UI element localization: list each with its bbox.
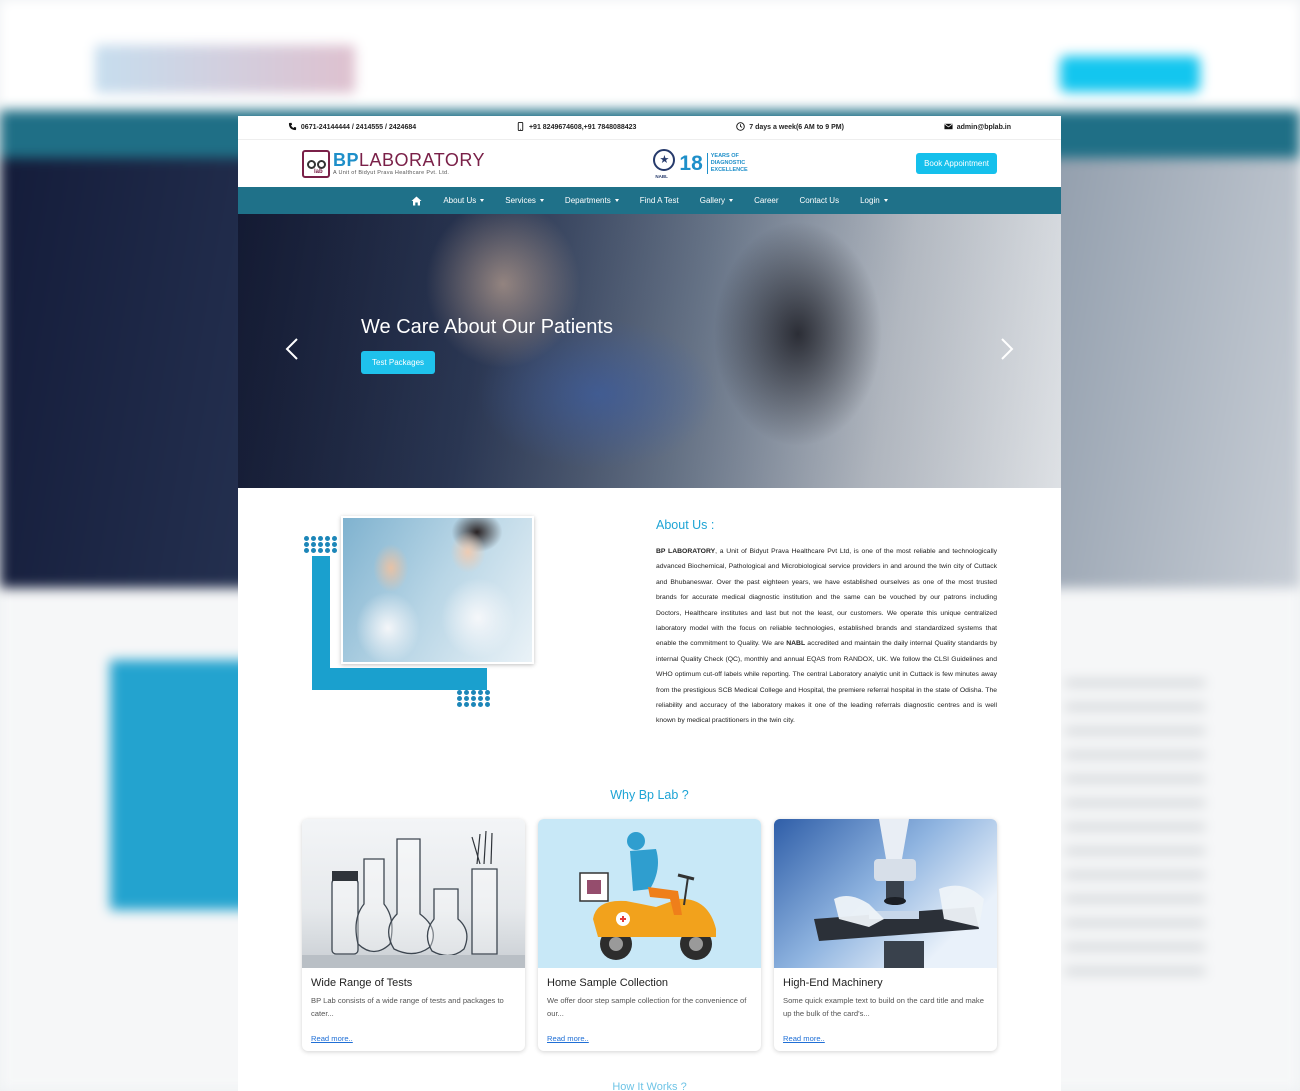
backdrop-logo xyxy=(95,45,355,93)
feature-card: High-End Machinery Some quick example te… xyxy=(774,819,997,1051)
carousel-next-arrow-icon[interactable] xyxy=(1000,337,1014,361)
hours-info: 7 days a week(6 AM to 9 PM) xyxy=(736,122,844,133)
phone-text: 0671-24144444 / 2414555 / 2424684 xyxy=(300,124,417,131)
hero-carousel: We Care About Our Patients Test Packages xyxy=(238,214,1061,488)
main-nav: About Us Services Departments Find A Tes… xyxy=(238,187,1061,214)
nav-career[interactable]: Career xyxy=(744,196,789,205)
card-title: Wide Range of Tests xyxy=(311,977,413,989)
read-more-link[interactable]: Read more.. xyxy=(311,1034,353,1043)
email-text: admin@bplab.in xyxy=(956,124,1012,131)
home-icon[interactable] xyxy=(401,196,433,206)
years-number: 18 xyxy=(679,151,703,175)
logo-wordmark: BPLABORATORY xyxy=(333,150,486,170)
bp-laboratory-logo[interactable]: lab BPLABORATORY A Unit of Bidyut Prava … xyxy=(302,149,486,178)
about-paragraph: BP LABORATORY, a Unit of Bidyut Prava He… xyxy=(656,548,998,725)
logo-mark-icon: lab xyxy=(302,149,330,178)
envelope-icon xyxy=(944,122,953,133)
how-it-works-heading: How It Works ? xyxy=(612,1081,687,1091)
nav-services[interactable]: Services xyxy=(495,196,555,205)
logo-subtitle: A Unit of Bidyut Prava Healthcare Pvt. L… xyxy=(333,170,450,176)
nav-departments[interactable]: Departments xyxy=(554,196,629,205)
carousel-prev-arrow-icon[interactable] xyxy=(285,337,299,361)
mobile-contact[interactable]: +91 8249674608,+91 7848088423 xyxy=(516,122,636,133)
nabl-seal-icon: ★ NABL xyxy=(653,148,676,179)
feature-cards: Wide Range of Tests BP Lab consists of a… xyxy=(302,819,997,1051)
years-caption: YEARS OF DIAGNOSTIC EXCELLENCE xyxy=(706,153,748,174)
backdrop-button xyxy=(1060,56,1200,92)
caret-down-icon xyxy=(729,199,734,202)
card-text: Some quick example text to build on the … xyxy=(783,996,984,1018)
backdrop-text-lines xyxy=(1065,680,1205,980)
about-text: About Us : BP LABORATORY, a Unit of Bidy… xyxy=(656,518,997,729)
home-collection-scooter-image xyxy=(538,819,761,968)
card-text: We offer door step sample collection for… xyxy=(547,996,747,1018)
card-title: Home Sample Collection xyxy=(547,977,669,989)
hero-title: We Care About Our Patients xyxy=(361,316,613,338)
caret-down-icon xyxy=(539,199,544,202)
nav-gallery[interactable]: Gallery xyxy=(689,196,743,205)
why-bp-lab-heading: Why Bp Lab ? xyxy=(610,788,689,802)
mobile-text: +91 8249674608,+91 7848088423 xyxy=(528,124,637,131)
site-header: lab BPLABORATORY A Unit of Bidyut Prava … xyxy=(238,140,1061,187)
card-title: High-End Machinery xyxy=(783,977,883,989)
nav-login[interactable]: Login xyxy=(850,196,899,205)
about-heading: About Us : xyxy=(656,518,715,532)
clock-icon xyxy=(736,122,745,133)
phone-contact[interactable]: 0671-24144444 / 2414555 / 2424684 xyxy=(288,122,416,133)
read-more-link[interactable]: Read more.. xyxy=(783,1034,825,1043)
microscope-image xyxy=(774,819,997,968)
nav-find-a-test[interactable]: Find A Test xyxy=(629,196,689,205)
hours-text: 7 days a week(6 AM to 9 PM) xyxy=(749,124,844,131)
website: 0671-24144444 / 2414555 / 2424684 +91 82… xyxy=(238,116,1061,1091)
dot-pattern xyxy=(457,690,491,707)
read-more-link[interactable]: Read more.. xyxy=(547,1034,589,1043)
about-illustration xyxy=(304,516,534,716)
test-packages-button[interactable]: Test Packages xyxy=(361,351,436,374)
feature-card: Wide Range of Tests BP Lab consists of a… xyxy=(302,819,525,1051)
phone-icon xyxy=(288,122,297,133)
dot-pattern xyxy=(304,536,338,553)
glassware-image xyxy=(302,819,525,968)
card-text: BP Lab consists of a wide range of tests… xyxy=(311,996,504,1018)
email-contact[interactable]: admin@bplab.in xyxy=(944,122,1011,133)
logo-mark-text: lab xyxy=(314,168,323,175)
book-appointment-button[interactable]: Book Appointment xyxy=(916,153,997,174)
mobile-icon xyxy=(516,122,525,133)
about-section: About Us : BP LABORATORY, a Unit of Bidy… xyxy=(238,488,1061,776)
nav-about-us[interactable]: About Us xyxy=(433,196,495,205)
nabl-badge: ★ NABL 18 YEARS OF DIAGNOSTIC EXCELLENCE xyxy=(653,148,748,179)
caret-down-icon xyxy=(614,199,619,202)
nav-contact-us[interactable]: Contact Us xyxy=(789,196,850,205)
caret-down-icon xyxy=(480,199,485,202)
contact-bar: 0671-24144444 / 2414555 / 2424684 +91 82… xyxy=(238,116,1061,140)
lab-scientists-image xyxy=(341,516,534,664)
feature-card: Home Sample Collection We offer door ste… xyxy=(538,819,761,1051)
caret-down-icon xyxy=(883,199,888,202)
